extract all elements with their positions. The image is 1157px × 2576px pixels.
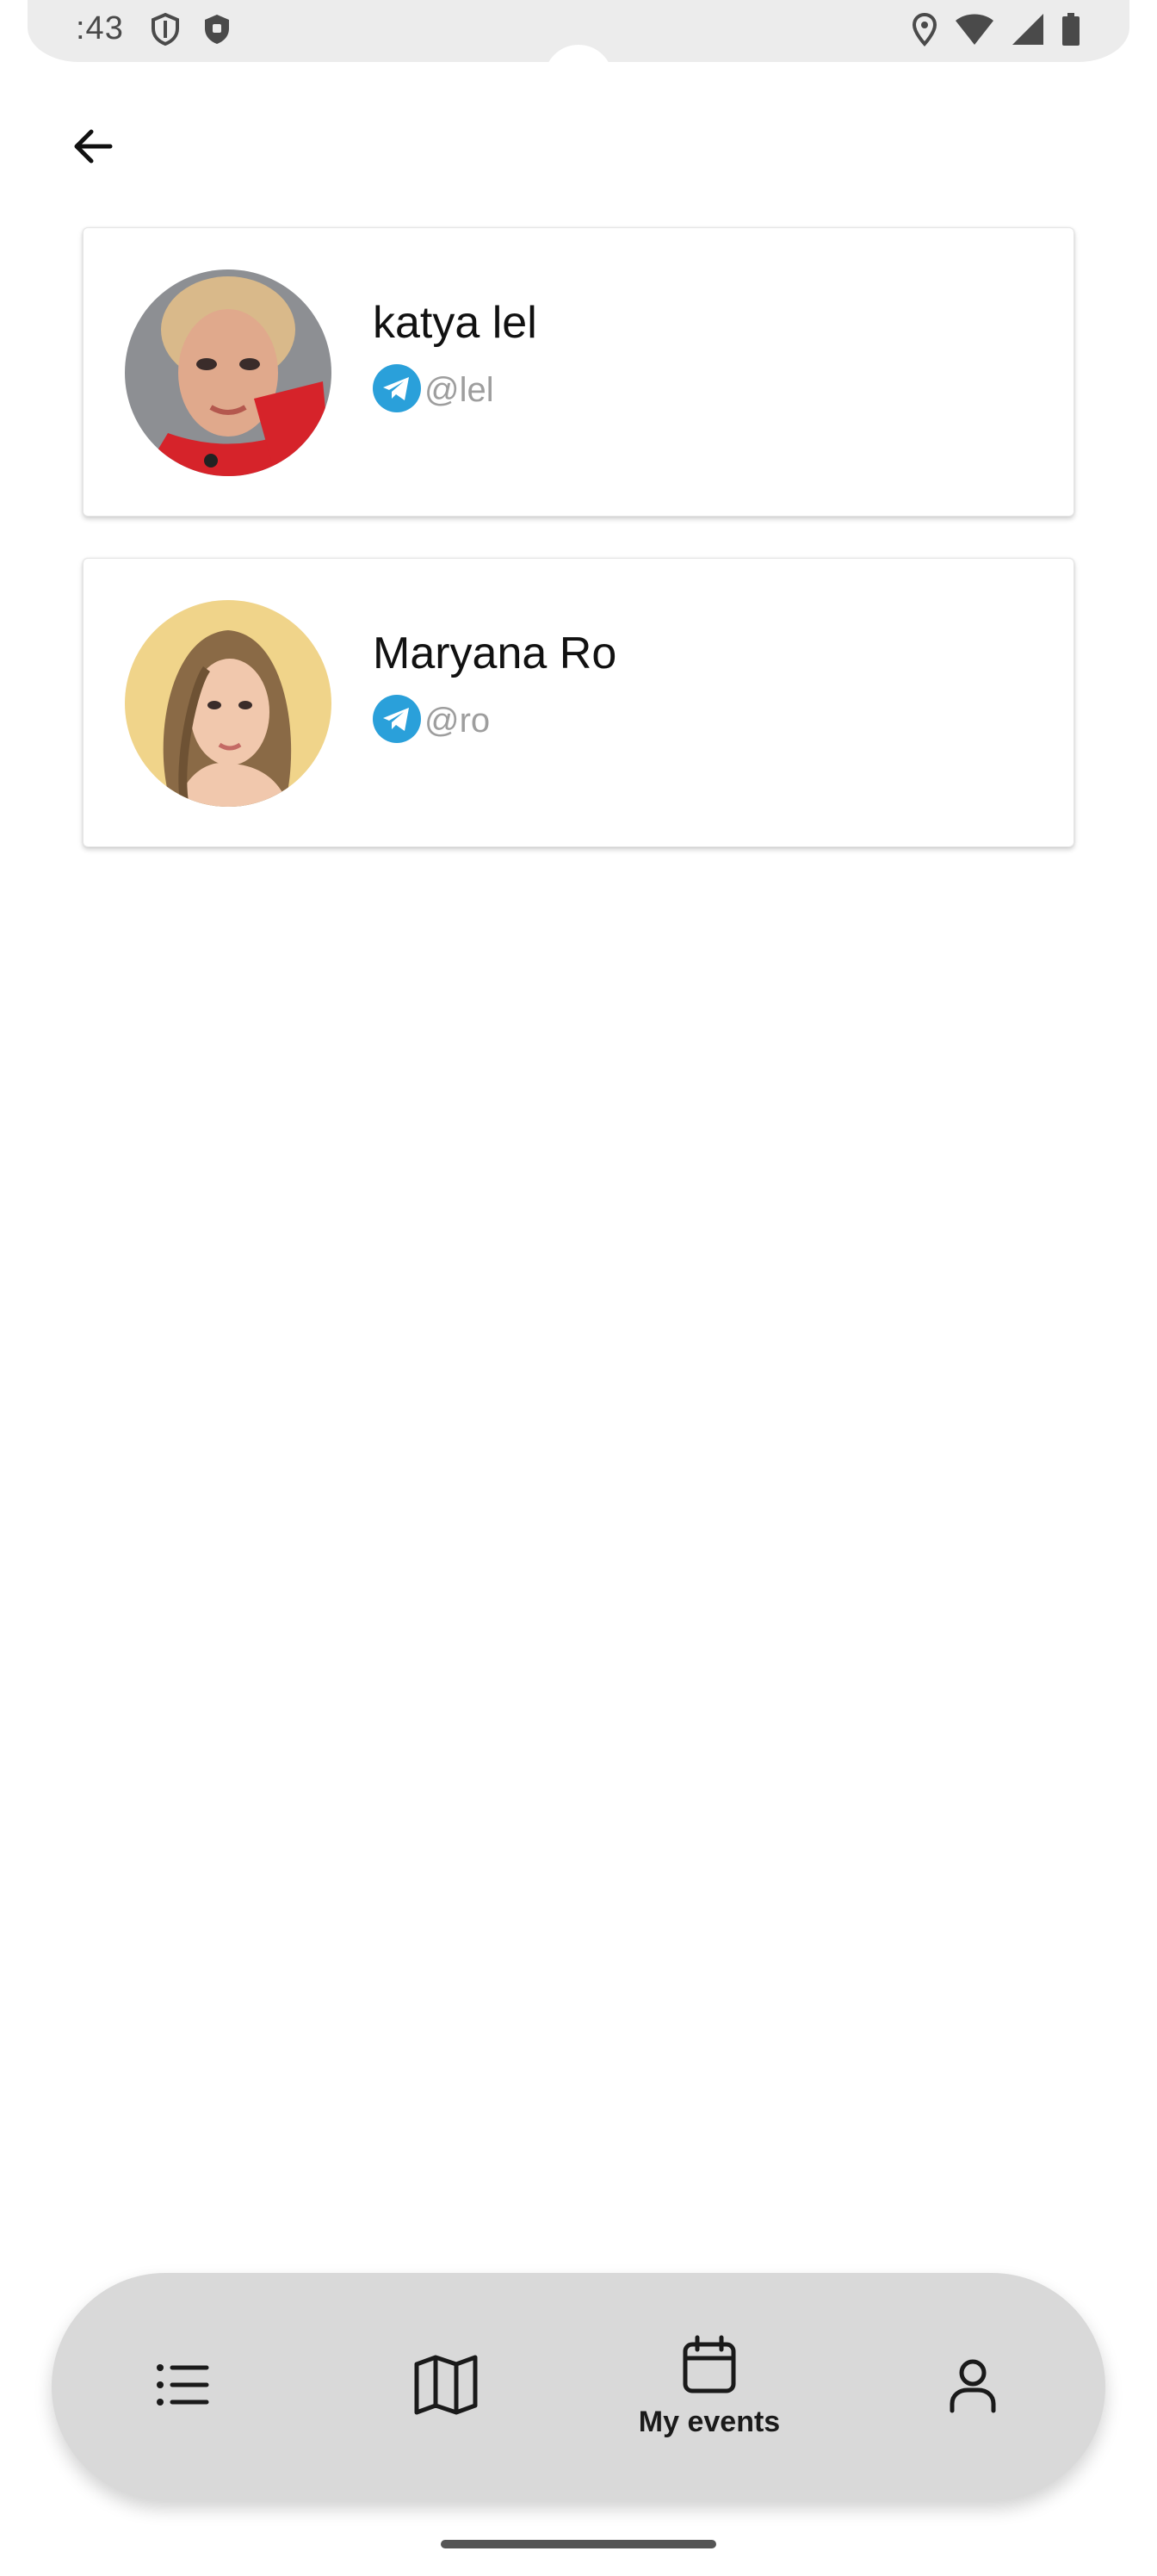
- status-left-icons: [150, 12, 232, 51]
- status-right-icons: [911, 12, 1081, 51]
- signal-icon: [1011, 12, 1045, 51]
- map-icon: [411, 2350, 480, 2424]
- contact-handle: @lel: [424, 371, 494, 409]
- telegram-icon: [373, 364, 421, 417]
- nav-item-map[interactable]: [360, 2273, 532, 2500]
- battery-icon: [1061, 12, 1081, 51]
- contact-name: Maryana Ro: [373, 629, 617, 678]
- home-indicator[interactable]: [441, 2540, 716, 2548]
- nav-item-profile[interactable]: [887, 2273, 1059, 2500]
- contact-name: katya lel: [373, 298, 537, 348]
- shield-filled-icon: [201, 12, 232, 51]
- nav-label-my-events: My events: [638, 2406, 781, 2438]
- bottom-navigation: My events: [52, 2273, 1105, 2500]
- contact-handle-row: @ro: [373, 695, 490, 747]
- back-button[interactable]: [55, 110, 131, 186]
- app-screen: :43 katya lel @lel Maryana Ro @ro My eve…: [0, 0, 1157, 2576]
- contact-card[interactable]: katya lel @lel: [83, 227, 1074, 517]
- avatar: [125, 269, 331, 476]
- contact-handle-row: @lel: [373, 364, 494, 417]
- user-icon: [942, 2354, 1004, 2420]
- telegram-icon: [373, 695, 421, 747]
- wifi-icon: [954, 12, 995, 51]
- list-icon: [152, 2354, 213, 2420]
- arrow-left-icon: [69, 122, 117, 175]
- nav-item-list[interactable]: [96, 2273, 269, 2500]
- contact-handle: @ro: [424, 702, 491, 740]
- location-icon: [911, 12, 938, 51]
- shield-outline-icon: [150, 12, 181, 51]
- avatar: [125, 600, 331, 807]
- contact-card[interactable]: Maryana Ro @ro: [83, 558, 1074, 847]
- status-time: :43: [76, 10, 124, 46]
- nav-item-my-events[interactable]: My events: [623, 2273, 795, 2500]
- calendar-icon: [678, 2334, 740, 2400]
